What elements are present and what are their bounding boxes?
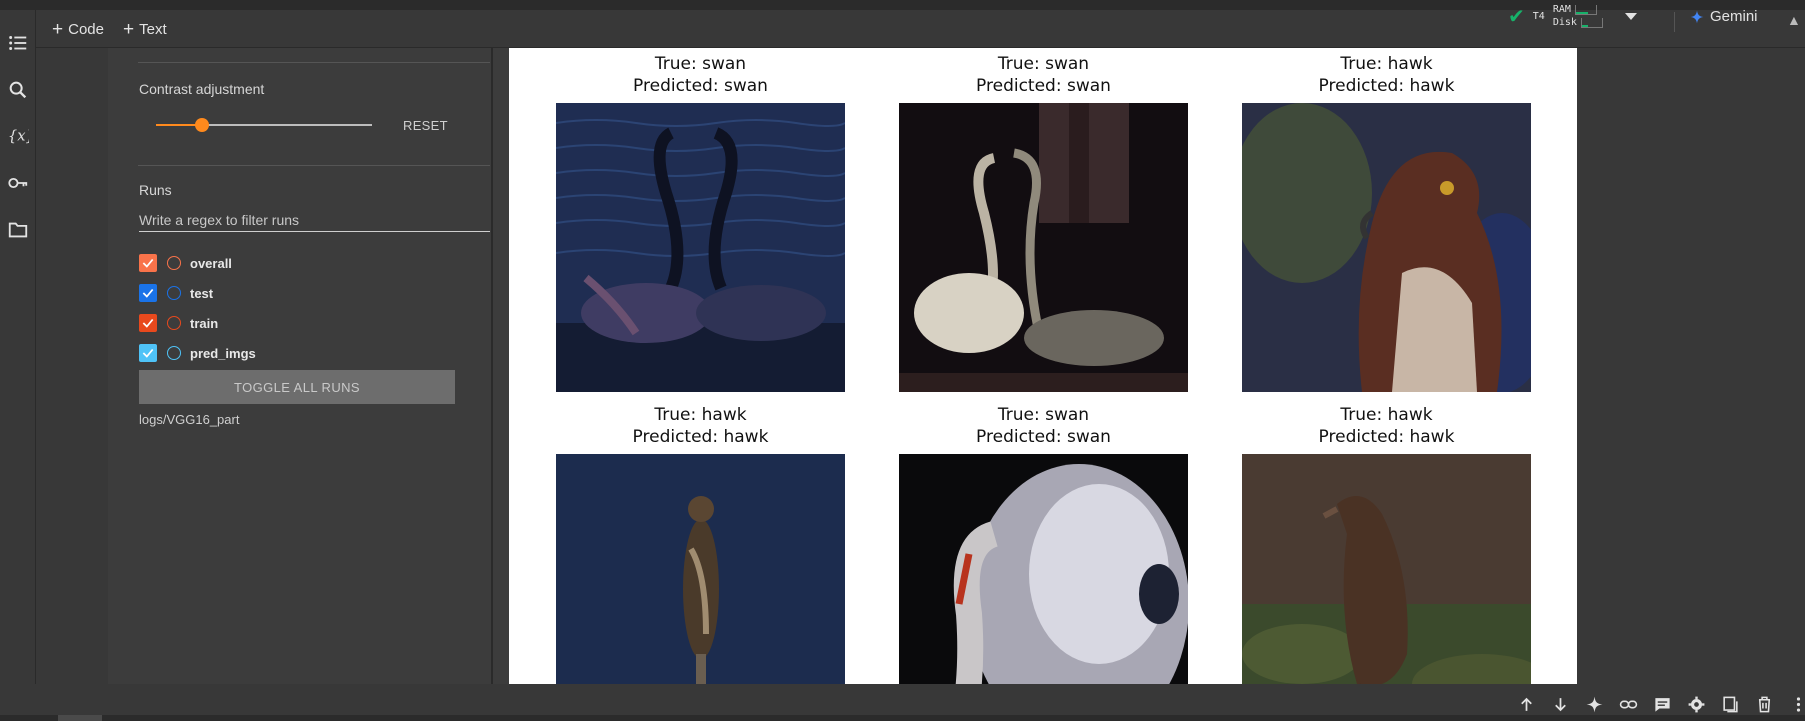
run-checkbox[interactable] — [139, 314, 157, 332]
run-checkbox[interactable] — [139, 284, 157, 302]
swan-closeup-image — [899, 454, 1188, 684]
run-name: pred_imgs — [190, 345, 256, 361]
plus-icon: + — [52, 18, 64, 40]
runs-label: Runs — [139, 182, 172, 198]
gpu-type-label: T4 — [1532, 11, 1545, 22]
more-vert-icon[interactable] — [1787, 693, 1805, 715]
move-down-icon[interactable] — [1549, 693, 1571, 715]
prediction-caption: True: hawk Predicted: hawk — [1242, 404, 1531, 448]
mirror-cell-icon[interactable] — [1719, 693, 1741, 715]
predicted-label: Predicted: hawk — [1318, 76, 1455, 96]
hawk-perched-image — [556, 454, 845, 684]
table-of-contents-icon[interactable] — [3, 28, 33, 58]
notebook-right-margin — [1577, 48, 1805, 684]
predicted-label: Predicted: hawk — [1318, 427, 1455, 447]
gemini-button[interactable]: Gemini — [1690, 8, 1758, 25]
run-name: overall — [190, 255, 232, 271]
settings-gear-icon[interactable] — [1685, 693, 1707, 715]
vertical-scrollbar[interactable] — [1796, 48, 1805, 684]
run-item-train[interactable]: train — [139, 312, 218, 334]
add-code-label: Code — [68, 20, 104, 38]
prediction-caption: True: swan Predicted: swan — [556, 53, 845, 97]
true-label: True: swan — [997, 405, 1090, 425]
variables-icon[interactable]: {x} — [3, 121, 33, 151]
hawk-portrait-image — [1242, 103, 1531, 392]
run-filter-input[interactable] — [139, 208, 490, 232]
panel-gap — [493, 48, 509, 684]
runtime-resources-button[interactable]: ✔ T4 RAM Disk — [1508, 4, 1637, 29]
tensorboard-sidebar: Contrast adjustment RESET Runs overall t… — [108, 48, 492, 684]
true-label: True: hawk — [1340, 405, 1433, 425]
run-name: test — [190, 285, 214, 301]
predicted-label: Predicted: hawk — [632, 427, 769, 447]
horizontal-scrollbar[interactable] — [0, 715, 1805, 721]
plus-icon: + — [123, 18, 135, 40]
disk-label: Disk — [1552, 17, 1577, 28]
hawk-standing-grass-image — [1242, 454, 1531, 684]
colab-window: {x} + Code + Text ✔ T4 RAM — [0, 0, 1805, 721]
gemini-star-icon — [1690, 10, 1704, 23]
runtime-dropdown-icon[interactable] — [1624, 13, 1637, 20]
gemini-sparkle-icon[interactable] — [1583, 693, 1605, 715]
resource-meters: RAM Disk — [1553, 4, 1603, 29]
add-text-label: Text — [139, 20, 167, 38]
predicted-label: Predicted: swan — [976, 427, 1111, 447]
reset-button[interactable]: RESET — [403, 118, 448, 133]
connected-check-icon: ✔ — [1508, 6, 1525, 28]
cell-gutter — [36, 48, 108, 684]
search-icon[interactable] — [3, 75, 33, 105]
run-color-swatch[interactable] — [167, 346, 181, 360]
scrollbar-thumb[interactable] — [58, 715, 102, 721]
run-item-overall[interactable]: overall — [139, 252, 232, 274]
ram-meter — [1574, 5, 1597, 15]
svg-text:{x}: {x} — [8, 128, 29, 145]
log-directory-label: logs/VGG16_part — [139, 412, 240, 427]
left-icon-rail: {x} — [0, 10, 36, 721]
run-color-swatch[interactable] — [167, 286, 181, 300]
prediction-caption: True: hawk Predicted: hawk — [1242, 53, 1531, 97]
prediction-caption: True: hawk Predicted: hawk — [556, 404, 845, 448]
run-name: train — [190, 315, 219, 331]
link-icon[interactable] — [1617, 693, 1639, 715]
comment-icon[interactable] — [1651, 693, 1673, 715]
secrets-key-icon[interactable] — [3, 168, 33, 198]
delete-icon[interactable] — [1753, 693, 1775, 715]
run-item-test[interactable]: test — [139, 282, 213, 304]
contrast-slider-thumb[interactable] — [195, 118, 209, 132]
true-label: True: swan — [997, 54, 1090, 74]
predicted-label: Predicted: swan — [976, 76, 1111, 96]
run-color-swatch[interactable] — [167, 316, 181, 330]
files-folder-icon[interactable] — [3, 215, 33, 245]
gemini-label: Gemini — [1710, 8, 1758, 25]
predicted-label: Predicted: swan — [633, 76, 768, 96]
add-text-cell-button[interactable]: + Text — [123, 18, 167, 40]
prediction-images-output: True: swan Predicted: swan True: swan Pr… — [509, 48, 1577, 684]
disk-meter — [1580, 18, 1603, 28]
divider — [138, 62, 490, 63]
run-checkbox[interactable] — [139, 254, 157, 272]
toolbar-divider — [1674, 12, 1675, 32]
true-label: True: swan — [654, 54, 747, 74]
divider — [138, 165, 490, 166]
run-color-swatch[interactable] — [167, 256, 181, 270]
run-item-pred-imgs[interactable]: pred_imgs — [139, 342, 256, 364]
toggle-all-runs-button[interactable]: TOGGLE ALL RUNS — [139, 370, 455, 404]
true-label: True: hawk — [1340, 54, 1433, 74]
run-checkbox[interactable] — [139, 344, 157, 362]
true-label: True: hawk — [654, 405, 747, 425]
ram-label: RAM — [1552, 4, 1571, 15]
cell-toolbar — [0, 684, 1805, 721]
prediction-caption: True: swan Predicted: swan — [899, 404, 1188, 448]
contrast-label: Contrast adjustment — [139, 81, 265, 97]
add-code-cell-button[interactable]: + Code — [52, 18, 104, 40]
swan-pair-lake-image — [556, 103, 845, 392]
prediction-caption: True: swan Predicted: swan — [899, 53, 1188, 97]
swans-dark-water-image — [899, 103, 1188, 392]
move-up-icon[interactable] — [1515, 693, 1537, 715]
collapse-header-icon[interactable]: ▲ — [1787, 12, 1801, 28]
